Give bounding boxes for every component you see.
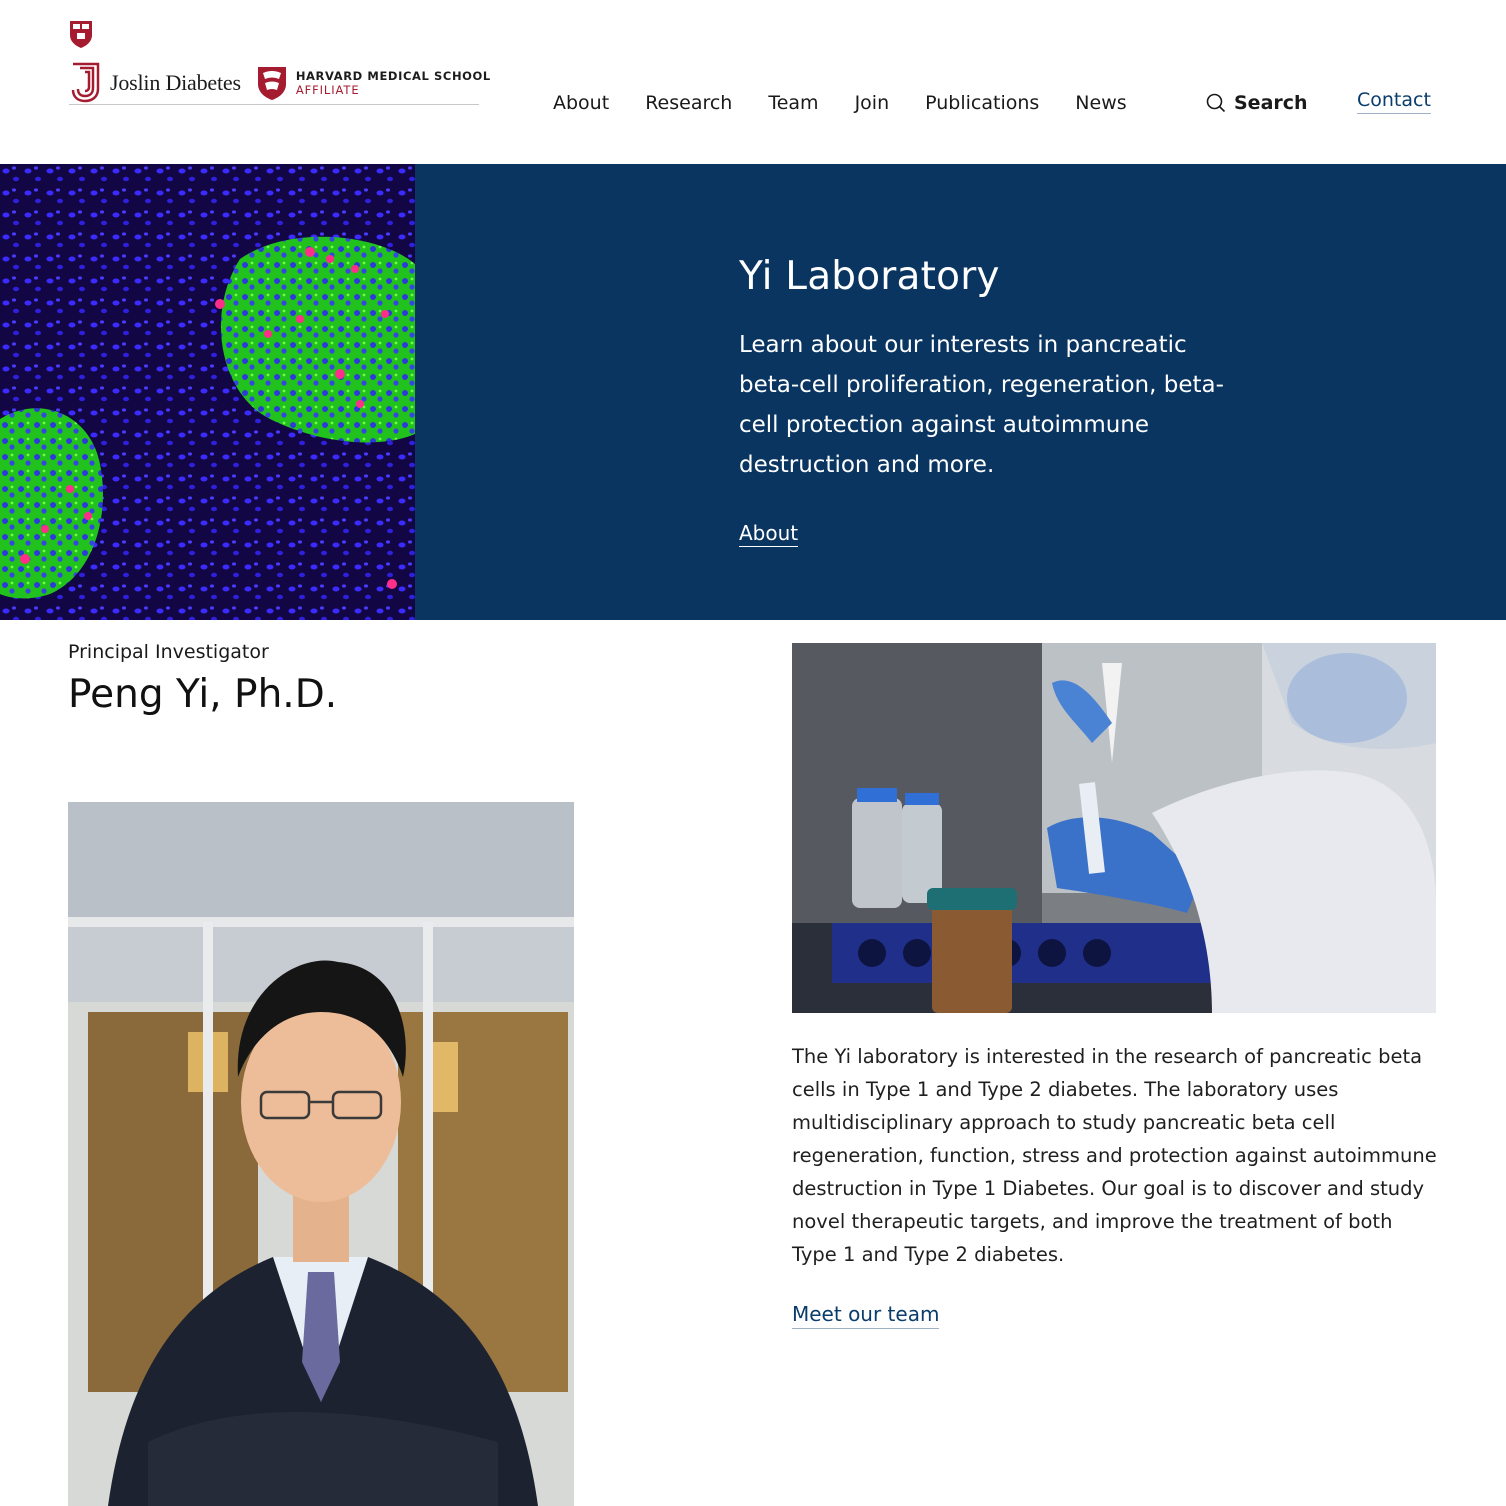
search-icon: [1206, 93, 1226, 113]
hms-name: HARVARD MEDICAL SCHOOL: [295, 68, 491, 83]
joslin-j-icon: [71, 62, 100, 103]
site-logo[interactable]: Joslin Diabetes HARVARD MEDICAL SCHOOL A…: [69, 62, 491, 103]
logo-divider: [69, 104, 479, 105]
nav-news[interactable]: News: [1075, 92, 1126, 114]
search-button[interactable]: Search: [1206, 92, 1308, 114]
nav-publications[interactable]: Publications: [925, 92, 1039, 114]
search-label: Search: [1234, 92, 1308, 114]
affiliate-tag: AFFILIATE: [295, 82, 360, 97]
meet-team-link[interactable]: Meet our team: [792, 1302, 940, 1329]
lab-photo: [792, 643, 1436, 1013]
hms-shield-icon: [257, 66, 286, 100]
main-nav: About Research Team Join Publications Ne…: [553, 92, 1127, 114]
hero-title: Yi Laboratory: [739, 254, 1000, 299]
pi-portrait-photo: [68, 802, 574, 1506]
nav-research[interactable]: Research: [645, 92, 732, 114]
hero-microscopy-image: [0, 164, 415, 620]
nav-team[interactable]: Team: [768, 92, 818, 114]
hero-description: Learn about our interests in pancreatic …: [739, 332, 1224, 478]
nav-join[interactable]: Join: [855, 92, 890, 114]
contact-link[interactable]: Contact: [1357, 89, 1431, 114]
brand-name: Joslin Diabetes: [110, 69, 241, 95]
pi-label: Principal Investigator: [68, 641, 269, 663]
lab-description: The Yi laboratory is interested in the r…: [792, 1045, 1437, 1266]
nav-about[interactable]: About: [553, 92, 609, 114]
hms-affiliate: HARVARD MEDICAL SCHOOL AFFILIATE: [296, 69, 491, 97]
hero-about-link[interactable]: About: [739, 521, 799, 547]
pi-name: Peng Yi, Ph.D.: [68, 672, 338, 717]
harvard-shield-icon: [70, 21, 92, 48]
